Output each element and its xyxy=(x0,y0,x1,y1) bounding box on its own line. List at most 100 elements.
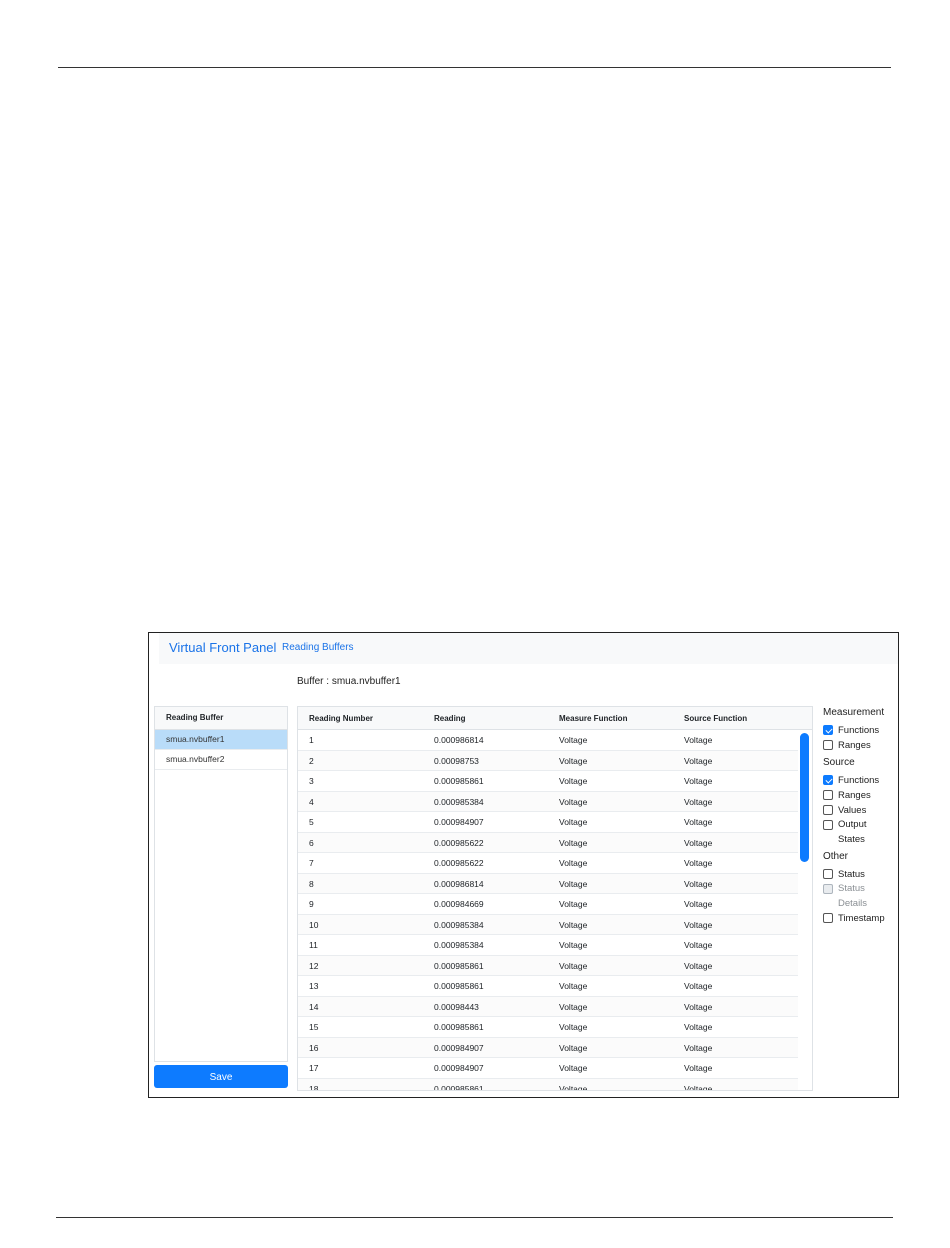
cell-reading: 0.000985384 xyxy=(434,919,484,930)
source-output-states-checkbox[interactable] xyxy=(823,820,833,830)
cell-measure-function: Voltage xyxy=(559,1001,588,1012)
measurement-functions-checkbox[interactable] xyxy=(823,725,833,735)
table-row[interactable]: 18 0.000985861 Voltage Voltage xyxy=(298,1078,798,1091)
cell-reading-number: 7 xyxy=(309,858,314,868)
table-header: Reading Number Reading Measure Function … xyxy=(298,707,812,730)
source-ranges-checkbox[interactable] xyxy=(823,790,833,800)
save-button[interactable]: Save xyxy=(154,1065,288,1088)
cell-source-function: Voltage xyxy=(684,1083,713,1091)
measurement-ranges-option[interactable]: Ranges xyxy=(823,738,898,753)
table-row[interactable]: 1 0.000986814 Voltage Voltage xyxy=(298,730,798,751)
cell-measure-function: Voltage xyxy=(559,878,588,889)
column-header-reading-number[interactable]: Reading Number xyxy=(309,714,373,723)
cell-reading: 0.000985861 xyxy=(434,981,484,991)
cell-source-function: Voltage xyxy=(684,796,713,807)
cell-reading: 0.00098753 xyxy=(434,755,479,766)
cell-reading-number: 2 xyxy=(309,755,314,766)
cell-reading: 0.000984907 xyxy=(434,817,484,827)
buffer-title: Buffer : smua.nvbuffer1 xyxy=(297,676,401,687)
other-status-option[interactable]: Status xyxy=(823,867,898,882)
measurement-ranges-checkbox[interactable] xyxy=(823,740,833,750)
source-values-checkbox[interactable] xyxy=(823,805,833,815)
nav-link-reading-buffers[interactable]: Reading Buffers xyxy=(282,642,354,653)
cell-reading-number: 5 xyxy=(309,817,314,827)
cell-measure-function: Voltage xyxy=(559,735,588,745)
list-item-smua-nvbuffer2[interactable]: smua.nvbuffer2 xyxy=(155,750,287,770)
other-status-details-option: Status Details xyxy=(823,882,898,911)
table-scrollbar[interactable] xyxy=(800,733,809,862)
cell-source-function: Voltage xyxy=(684,878,713,889)
table-row[interactable]: 10 0.000985384 Voltage Voltage xyxy=(298,914,798,935)
cell-reading: 0.000985861 xyxy=(434,1083,484,1091)
table-row[interactable]: 9 0.000984669 Voltage Voltage xyxy=(298,894,798,915)
cell-source-function: Voltage xyxy=(684,1022,713,1032)
cell-reading: 0.000985622 xyxy=(434,858,484,868)
cell-reading-number: 1 xyxy=(309,735,314,745)
table-row[interactable]: 14 0.00098443 Voltage Voltage xyxy=(298,996,798,1017)
source-ranges-option[interactable]: Ranges xyxy=(823,788,898,803)
table-row[interactable]: 16 0.000984907 Voltage Voltage xyxy=(298,1037,798,1058)
source-functions-option[interactable]: Functions xyxy=(823,773,898,788)
navbar: Virtual Front Panel Reading Buffers xyxy=(159,633,898,664)
cell-reading-number: 12 xyxy=(309,960,319,971)
table-row[interactable]: 13 0.000985861 Voltage Voltage xyxy=(298,976,798,997)
navbar-brand[interactable]: Virtual Front Panel xyxy=(169,640,276,655)
cell-measure-function: Voltage xyxy=(559,796,588,807)
table-row[interactable]: 12 0.000985861 Voltage Voltage xyxy=(298,955,798,976)
table-row[interactable]: 3 0.000985861 Voltage Voltage xyxy=(298,771,798,792)
cell-source-function: Voltage xyxy=(684,858,713,868)
list-item-smua-nvbuffer1[interactable]: smua.nvbuffer1 xyxy=(155,730,287,750)
table-row[interactable]: 8 0.000986814 Voltage Voltage xyxy=(298,873,798,894)
measurement-ranges-label: Ranges xyxy=(838,740,871,751)
cell-measure-function: Voltage xyxy=(559,1083,588,1091)
source-output-states-option[interactable]: Output States xyxy=(823,818,898,847)
other-status-label: Status xyxy=(838,869,865,880)
other-timestamp-checkbox[interactable] xyxy=(823,913,833,923)
table-row[interactable]: 11 0.000985384 Voltage Voltage xyxy=(298,935,798,956)
cell-source-function: Voltage xyxy=(684,755,713,766)
measurement-heading: Measurement xyxy=(823,707,885,718)
cell-reading-number: 18 xyxy=(309,1083,319,1091)
other-status-details-checkbox xyxy=(823,884,833,894)
table-row[interactable]: 6 0.000985622 Voltage Voltage xyxy=(298,832,798,853)
table-row[interactable]: 4 0.000985384 Voltage Voltage xyxy=(298,791,798,812)
cell-measure-function: Voltage xyxy=(559,1042,588,1053)
cell-source-function: Voltage xyxy=(684,1063,713,1073)
cell-reading: 0.000985622 xyxy=(434,837,484,848)
measurement-functions-option[interactable]: Functions xyxy=(823,723,898,738)
cell-source-function: Voltage xyxy=(684,919,713,930)
column-header-measure-function[interactable]: Measure Function xyxy=(559,714,627,723)
cell-reading-number: 15 xyxy=(309,1022,319,1032)
column-header-source-function[interactable]: Source Function xyxy=(684,714,747,723)
cell-measure-function: Voltage xyxy=(559,776,588,786)
cell-reading: 0.000985861 xyxy=(434,776,484,786)
column-header-reading[interactable]: Reading xyxy=(434,714,466,723)
other-timestamp-option[interactable]: Timestamp xyxy=(823,911,898,926)
cell-source-function: Voltage xyxy=(684,1042,713,1053)
cell-reading-number: 4 xyxy=(309,796,314,807)
cell-reading-number: 3 xyxy=(309,776,314,786)
cell-reading-number: 13 xyxy=(309,981,319,991)
cell-measure-function: Voltage xyxy=(559,755,588,766)
cell-source-function: Voltage xyxy=(684,899,713,909)
table-row[interactable]: 2 0.00098753 Voltage Voltage xyxy=(298,750,798,771)
virtual-front-panel-window: Virtual Front Panel Reading Buffers Buff… xyxy=(148,632,899,1098)
cell-reading: 0.000986814 xyxy=(434,735,484,745)
cell-measure-function: Voltage xyxy=(559,837,588,848)
cell-reading: 0.000985861 xyxy=(434,960,484,971)
source-functions-label: Functions xyxy=(838,775,880,786)
cell-reading-number: 11 xyxy=(309,940,318,950)
cell-source-function: Voltage xyxy=(684,776,713,786)
table-row[interactable]: 7 0.000985622 Voltage Voltage xyxy=(298,853,798,874)
cell-measure-function: Voltage xyxy=(559,1063,588,1073)
table-body: 1 0.000986814 Voltage Voltage 2 0.00098753 Vol… xyxy=(298,730,812,1091)
table-row[interactable]: 15 0.000985861 Voltage Voltage xyxy=(298,1017,798,1038)
other-timestamp-label: Timestamp xyxy=(838,913,885,924)
table-row[interactable]: 5 0.000984907 Voltage Voltage xyxy=(298,812,798,833)
display-options-panel: Measurement Functions Ranges Source Func… xyxy=(823,706,898,926)
other-status-checkbox[interactable] xyxy=(823,869,833,879)
table-row[interactable]: 17 0.000984907 Voltage Voltage xyxy=(298,1058,798,1079)
cell-source-function: Voltage xyxy=(684,837,713,848)
source-values-option[interactable]: Values xyxy=(823,803,898,818)
source-functions-checkbox[interactable] xyxy=(823,775,833,785)
